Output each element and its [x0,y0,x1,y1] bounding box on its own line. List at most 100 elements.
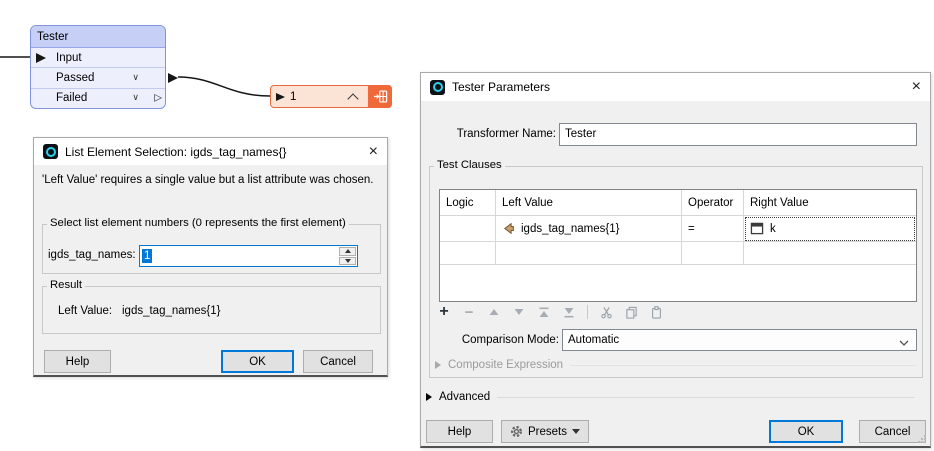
run-to-node-icon[interactable] [368,85,392,108]
collapse-caret-icon[interactable] [347,93,358,104]
feature-count-value: 1 [290,91,296,103]
transformer-name-field[interactable]: Tester [559,123,917,146]
failed-port-hollow-arrow-icon[interactable]: ▷ [154,93,162,104]
tester-parameters-dialog: Tester Parameters × Transformer Name: Te… [420,72,931,448]
dialog-title: List Element Selection: igds_tag_names{} [65,145,286,159]
cell-logic[interactable] [440,216,496,242]
count-arrow-icon [276,93,285,101]
cell-operator-empty[interactable] [682,242,744,265]
input-port-label: Input [56,52,82,64]
operator-text: = [688,223,695,235]
list-element-selection-dialog: List Element Selection: igds_tag_names{}… [33,137,388,377]
table-header-row: Logic Left Value Operator Right Value [440,190,916,216]
fme-app-icon [430,80,445,95]
paste-button[interactable] [649,304,663,320]
cancel-button-label: Cancel [320,356,356,368]
close-icon[interactable]: × [912,79,921,95]
node-port-input[interactable]: Input [31,48,165,67]
remove-row-button[interactable]: − [462,304,476,320]
comparison-mode-value: Automatic [568,334,619,346]
transformer-name-label: Transformer Name: [456,128,556,140]
list-attribute-label: igds_tag_names: [48,249,136,261]
node-port-failed[interactable]: Failed ∨ ▷ [31,88,165,108]
copy-button[interactable] [624,304,638,320]
cancel-button[interactable]: Cancel [859,420,926,443]
left-value-text: igds_tag_names{1} [521,223,619,235]
right-value-text: k [770,223,776,235]
comparison-mode-select[interactable]: Automatic [562,329,917,351]
spin-down-button[interactable] [339,257,356,266]
composite-expression-label: Composite Expression [448,359,563,371]
select-element-group-legend: Select list element numbers (0 represent… [47,217,349,229]
cancel-button-label: Cancel [875,426,911,438]
presets-button[interactable]: Presets [501,420,589,443]
result-left-value-label: Left Value: [58,305,112,317]
cut-button[interactable] [599,304,613,320]
section-rule [570,365,916,366]
close-icon[interactable]: × [369,144,378,160]
spinbox-buttons [339,247,356,265]
table-filler [440,265,916,301]
ok-button-label: OK [798,426,815,438]
cell-left-value-empty[interactable] [496,242,682,265]
help-button[interactable]: Help [44,350,111,373]
dialog-title: Tester Parameters [452,80,550,94]
presets-button-label: Presets [528,426,567,438]
element-number-spinbox[interactable]: 1 [139,245,358,267]
help-button[interactable]: Help [426,420,493,443]
move-down-button[interactable] [512,304,526,320]
cell-left-value[interactable]: igds_tag_names{1} [496,216,682,242]
workbench-canvas: Tester Input Passed ∨ Failed ∨ ▷ 1 [0,0,934,451]
dialog-titlebar[interactable]: List Element Selection: igds_tag_names{}… [34,138,387,165]
chevron-down-icon[interactable]: ∨ [132,72,139,83]
cell-right-value-empty[interactable] [744,242,916,265]
help-button-label: Help [448,426,472,438]
dropdown-arrow-icon [572,429,580,434]
chevron-down-icon[interactable]: ∨ [132,92,139,103]
resize-grip[interactable] [917,434,927,444]
header-logic: Logic [440,190,496,216]
help-button-label: Help [66,356,90,368]
collapsed-triangle-icon [435,361,441,369]
dialog-titlebar[interactable]: Tester Parameters × [421,73,930,101]
ok-button[interactable]: OK [769,420,843,443]
failed-port-label: Failed [56,92,87,104]
table-row[interactable]: igds_tag_names{1} = k [440,216,916,242]
triangle-down-icon [345,259,351,263]
section-rule [497,397,915,398]
cell-right-value[interactable]: k [744,216,916,242]
clause-toolbar: + − [437,303,663,321]
ok-button[interactable]: OK [221,350,294,373]
text-editor-icon [750,222,764,235]
move-up-button[interactable] [487,304,501,320]
chevron-down-icon [899,337,909,349]
cell-logic-empty[interactable] [440,242,496,265]
node-port-passed[interactable]: Passed ∨ [31,67,165,87]
test-clauses-legend: Test Clauses [434,159,505,171]
advanced-section[interactable]: Advanced [426,391,915,403]
add-row-button[interactable]: + [437,304,451,320]
header-right-value: Right Value [744,190,916,216]
passed-port-label: Passed [56,72,94,84]
tester-transformer-node[interactable]: Tester Input Passed ∨ Failed ∨ ▷ [30,25,166,109]
collapsed-triangle-icon [426,393,432,401]
move-to-top-button[interactable] [537,304,551,320]
composite-expression-section[interactable]: Composite Expression [435,359,916,371]
advanced-label: Advanced [439,391,490,403]
triangle-up-icon [345,249,351,253]
move-to-bottom-button[interactable] [562,304,576,320]
feature-count-node[interactable]: 1 [270,85,392,108]
test-clauses-group: Test Clauses Logic Left Value Operator R… [429,166,923,378]
passed-port-arrow-icon[interactable] [168,73,178,83]
result-left-value: igds_tag_names{1} [122,305,220,317]
spin-up-button[interactable] [339,247,356,256]
table-row-empty[interactable] [440,242,916,265]
input-port-arrow-icon[interactable] [36,53,46,63]
toolbar-separator [587,305,588,319]
node-title: Tester [31,26,165,48]
spinbox-value[interactable]: 1 [142,249,152,263]
cell-operator[interactable]: = [682,216,744,242]
cancel-button[interactable]: Cancel [303,350,373,373]
attribute-icon [502,222,515,235]
header-operator: Operator [682,190,744,216]
